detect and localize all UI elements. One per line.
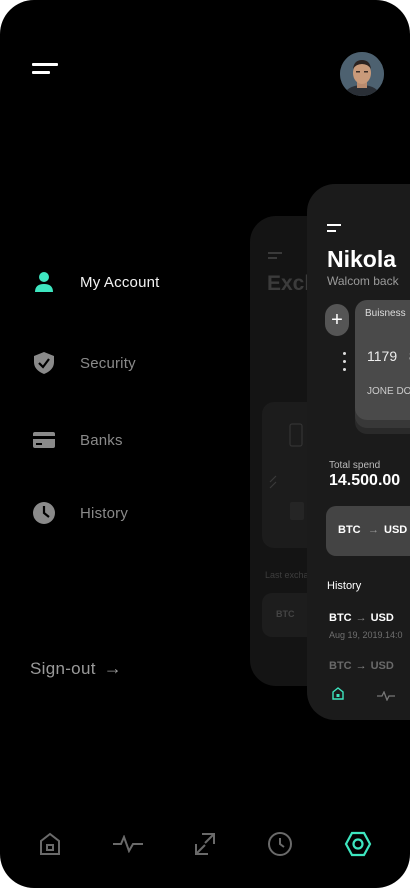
settings-icon[interactable]	[342, 828, 374, 860]
exchange-from: BTC	[338, 524, 361, 536]
arrow-right-icon: →	[355, 660, 367, 672]
bank-card-number: 1179	[367, 348, 398, 364]
phone-screen: My Account Security Banks History Sign-o…	[0, 0, 410, 888]
total-spend-value: 14.500.00	[329, 472, 401, 489]
menu-icon	[268, 252, 282, 260]
arrow-right-icon: →	[368, 524, 379, 536]
dashboard-card-preview[interactable]: Nikola Walcom back + Buisness 1179 8 JON…	[307, 184, 410, 720]
card-icon	[32, 428, 56, 452]
activity-icon[interactable]	[377, 688, 395, 702]
history-from: BTC	[329, 660, 352, 672]
greeting-text: Walcom back	[327, 274, 399, 288]
activity-icon[interactable]	[112, 828, 144, 860]
user-icon	[32, 270, 56, 294]
sign-out-label: Sign-out	[30, 658, 96, 678]
avatar[interactable]	[340, 52, 384, 96]
history-title: History	[327, 580, 362, 592]
history-to: USD	[370, 612, 394, 624]
last-exchange-label: Last excha	[265, 570, 309, 580]
exchange-icon[interactable]	[189, 828, 221, 860]
sign-out-button[interactable]: Sign-out →	[30, 658, 122, 679]
arrow-right-icon: →	[355, 612, 367, 624]
history-from: BTC	[329, 612, 352, 624]
home-icon[interactable]	[34, 828, 66, 860]
arrow-right-icon: →	[103, 658, 123, 678]
sidebar-item-banks[interactable]: Banks	[32, 427, 123, 453]
clock-icon[interactable]	[264, 828, 296, 860]
sidebar-item-my-account[interactable]: My Account	[32, 269, 160, 295]
clock-icon	[32, 501, 56, 525]
sidebar-item-history[interactable]: History	[32, 500, 128, 526]
menu-toggle-icon[interactable]	[32, 63, 58, 79]
sidebar-item-label: Banks	[80, 431, 123, 449]
sidebar-item-label: History	[80, 504, 129, 522]
sidebar-item-label: My Account	[80, 273, 160, 291]
bank-card-label: Buisness	[365, 308, 406, 319]
total-spend-label: Total spend	[329, 460, 381, 471]
exchange-to: USD	[384, 524, 408, 536]
bank-card-holder: JONE DO	[367, 386, 410, 397]
history-item[interactable]: BTC → USD	[329, 660, 394, 672]
history-date: Aug 19, 2019.14:0	[329, 630, 403, 640]
history-item[interactable]: BTC → USD	[329, 612, 394, 624]
history-to: USD	[370, 660, 394, 672]
shield-icon	[32, 351, 56, 375]
last-exchange-pair: BTC	[276, 609, 295, 619]
bank-card[interactable]: Buisness 1179 8 JONE DO	[355, 300, 410, 420]
exchange-button[interactable]: BTC → USD	[326, 506, 410, 556]
sidebar-item-label: Security	[80, 354, 136, 372]
user-name: Nikola	[327, 246, 397, 272]
more-options-icon[interactable]	[343, 352, 347, 372]
home-icon[interactable]	[331, 686, 345, 700]
menu-icon	[327, 224, 343, 233]
sidebar-item-security[interactable]: Security	[32, 350, 136, 376]
add-card-button[interactable]: +	[325, 304, 349, 336]
